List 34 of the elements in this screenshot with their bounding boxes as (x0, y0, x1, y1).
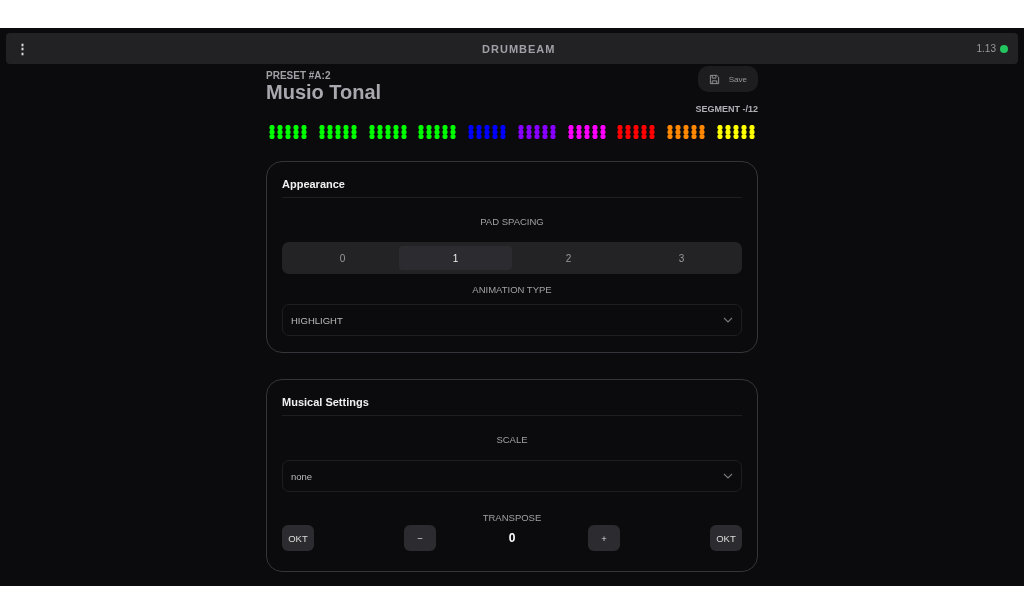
pad-group[interactable] (667, 125, 706, 139)
spacing-option[interactable]: 1 (399, 246, 512, 270)
spacing-option[interactable]: 0 (286, 246, 399, 270)
preset-name: Musio Tonal (266, 81, 382, 103)
save-button[interactable]: Save (697, 66, 758, 92)
save-icon (708, 73, 720, 85)
plus-button[interactable]: + (588, 525, 620, 551)
pad-group[interactable] (318, 125, 357, 139)
pad-group[interactable] (418, 125, 457, 139)
transpose-value: 0 (508, 531, 516, 545)
pad-group[interactable] (269, 125, 307, 139)
pad-group[interactable] (567, 125, 606, 139)
chevron-icon (723, 317, 733, 323)
animation-type-label: ANIMATION TYPE (472, 284, 552, 295)
minus-button[interactable]: − (404, 525, 436, 551)
pad-spacing-label: PAD SPACING (480, 216, 544, 227)
chevron-icon (723, 473, 733, 479)
octave-up-button[interactable]: OKT (710, 525, 742, 551)
animation-type-select[interactable]: HIGHLIGHT (282, 304, 742, 336)
section-title: Musical Settings (282, 396, 742, 416)
spacing-option[interactable]: 3 (625, 246, 738, 270)
scale-label: SCALE (496, 434, 528, 445)
app-title: DRUMBEAM (482, 42, 556, 55)
pad-group[interactable] (368, 125, 407, 139)
octave-down-button[interactable]: OKT (282, 525, 314, 551)
section-title: Appearance (282, 178, 742, 198)
spacing-option[interactable]: 2 (512, 246, 625, 270)
transpose-label: TRANSPOSE (482, 512, 542, 523)
preset-label: PRESET #A:2 (266, 70, 332, 81)
menu-button[interactable]: ⋮ (14, 41, 31, 56)
version-label: 1.13 (976, 43, 996, 54)
pad-group[interactable] (716, 125, 755, 139)
scale-select[interactable]: none (282, 460, 742, 492)
segment-label: SEGMENT -/12 (695, 104, 758, 114)
